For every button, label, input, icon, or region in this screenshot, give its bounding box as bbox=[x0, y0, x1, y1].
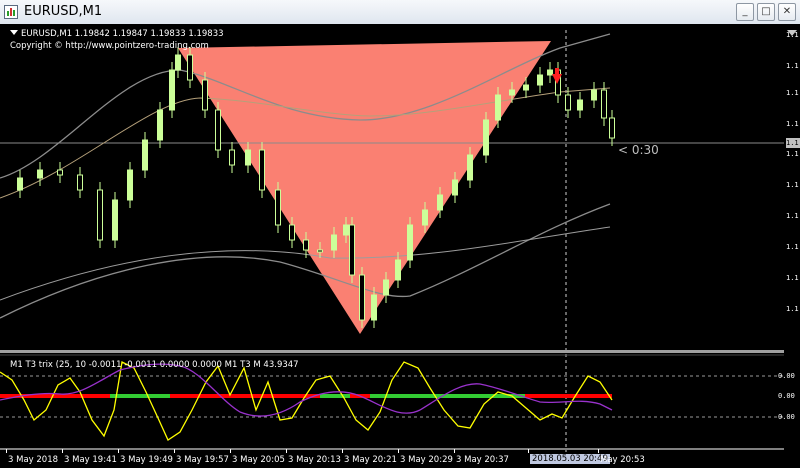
time-axis-tick bbox=[286, 449, 287, 453]
indicator-scale-label: 0.00 bbox=[778, 392, 795, 400]
time-axis-label: 3 May 2018 bbox=[8, 455, 59, 465]
time-axis-label: 3 May 20:29 bbox=[400, 455, 453, 465]
candle-body bbox=[395, 259, 401, 281]
candle-body bbox=[483, 119, 489, 156]
candle-body bbox=[437, 194, 443, 211]
candle-body bbox=[495, 94, 501, 121]
candle-body bbox=[349, 224, 355, 276]
indicator-scale-label: 0.00 bbox=[778, 372, 795, 380]
price-scale-label: 1.1 bbox=[786, 150, 799, 158]
symbol-ohlc-text: EURUSD,M1 1.19842 1.19847 1.19833 1.1983… bbox=[21, 29, 224, 39]
candle-body bbox=[537, 74, 543, 86]
price-scale-label: 1.1 bbox=[786, 212, 799, 220]
time-axis-label: 3 May 19:41 bbox=[64, 455, 117, 465]
candle-body bbox=[169, 69, 175, 111]
chart-menu-triangle-icon[interactable] bbox=[10, 30, 18, 35]
candle-body bbox=[229, 149, 235, 166]
trix-histogram-segment bbox=[320, 394, 350, 398]
sell-signal-arrow-shaft bbox=[555, 68, 559, 75]
candle-body bbox=[97, 189, 103, 241]
indicator-value-text: 43.9347 bbox=[263, 360, 299, 370]
price-scale-label: 1.1 bbox=[786, 243, 799, 251]
time-axis-tick bbox=[454, 449, 455, 453]
chart-info-header: EURUSD,M1 1.19842 1.19847 1.19833 1.1983… bbox=[10, 28, 224, 52]
candle-body bbox=[127, 169, 133, 201]
trix-histogram-segment bbox=[170, 394, 320, 398]
time-axis-label: 3 May 19:49 bbox=[120, 455, 173, 465]
time-axis-label: 3 May 20:05 bbox=[232, 455, 285, 465]
candle-body bbox=[591, 89, 597, 101]
indicator-label: M1 T3 trix (25, 10 -0.0011 -0.0011 0.000… bbox=[10, 360, 299, 370]
trix-line bbox=[0, 361, 613, 441]
candle-body bbox=[57, 169, 63, 176]
bar-countdown-text: < 0:30 bbox=[618, 143, 659, 157]
candle-body bbox=[37, 169, 43, 179]
time-axis-tick bbox=[528, 449, 529, 453]
trix-histogram-segment bbox=[370, 394, 525, 398]
candle-body bbox=[142, 139, 148, 171]
candle-body bbox=[77, 174, 83, 191]
candle-body bbox=[452, 179, 458, 196]
current-price-label: 1.1 bbox=[786, 138, 800, 148]
candle-body bbox=[202, 79, 208, 111]
candle-body bbox=[215, 109, 221, 151]
trix-histogram-segment bbox=[525, 394, 612, 398]
candle-body bbox=[175, 54, 181, 71]
candle-body bbox=[407, 224, 413, 261]
candle-body bbox=[565, 94, 571, 111]
time-axis-tick bbox=[598, 449, 599, 453]
main-chart-plot[interactable] bbox=[0, 0, 800, 468]
copyright-text: Copyright © http://www.pointzero-trading… bbox=[10, 41, 209, 51]
candle-body bbox=[275, 189, 281, 226]
candle-body bbox=[383, 279, 389, 296]
indicator-name-text: M1 T3 trix (25, 10 -0.0011 -0.0011 0.000… bbox=[10, 360, 261, 370]
trix-signal-line bbox=[0, 363, 613, 417]
candle-body bbox=[259, 149, 265, 191]
candle-body bbox=[523, 84, 529, 91]
candle-body bbox=[245, 149, 251, 166]
candle-body bbox=[343, 224, 349, 236]
price-scale-label: 1.1 bbox=[786, 62, 799, 70]
candle-body bbox=[371, 294, 377, 321]
indicator-scale-label: 0.00 bbox=[778, 413, 795, 421]
time-axis-label: May 20:53 bbox=[600, 455, 645, 465]
candle-body bbox=[359, 274, 365, 321]
candle-body bbox=[331, 234, 337, 251]
time-axis-tick bbox=[230, 449, 231, 453]
price-scale-label: 1.1 bbox=[786, 120, 799, 128]
time-axis-tick bbox=[62, 449, 63, 453]
candle-body bbox=[187, 54, 193, 81]
candle-body bbox=[467, 154, 473, 181]
candle-body bbox=[303, 239, 309, 251]
price-scale-label: 1.1 bbox=[786, 274, 799, 282]
candle-body bbox=[577, 99, 583, 111]
candle-body bbox=[17, 177, 23, 191]
price-scale-label: 1.1 bbox=[786, 181, 799, 189]
time-axis-label: 3 May 20:37 bbox=[456, 455, 509, 465]
subwindow-separator[interactable] bbox=[0, 350, 784, 353]
candle-body bbox=[422, 209, 428, 226]
price-scale-label: 1.1 bbox=[786, 305, 799, 313]
trix-indicator-plot bbox=[0, 361, 613, 441]
candle-body bbox=[112, 199, 118, 241]
time-axis-label: 3 May 20:13 bbox=[288, 455, 341, 465]
candle-body bbox=[509, 89, 515, 96]
time-axis-label: 3 May 20:21 bbox=[344, 455, 397, 465]
candle-body bbox=[317, 249, 323, 253]
price-scale-label: 1.1 bbox=[786, 31, 799, 39]
time-axis-cursor-label: 2018.05.03 20:49 bbox=[530, 454, 610, 464]
time-axis-tick bbox=[174, 449, 175, 453]
time-axis-tick bbox=[118, 449, 119, 453]
trix-histogram-segment bbox=[110, 394, 170, 398]
candle-body bbox=[547, 69, 553, 76]
candle-body bbox=[157, 109, 163, 141]
price-scale-label: 1.1 bbox=[786, 89, 799, 97]
time-axis-tick bbox=[342, 449, 343, 453]
time-axis-tick bbox=[6, 449, 7, 453]
time-axis-label: 3 May 19:57 bbox=[176, 455, 229, 465]
candle-body bbox=[609, 117, 615, 139]
time-axis-tick bbox=[398, 449, 399, 453]
candle-body bbox=[289, 224, 295, 241]
candle-body bbox=[601, 89, 607, 119]
